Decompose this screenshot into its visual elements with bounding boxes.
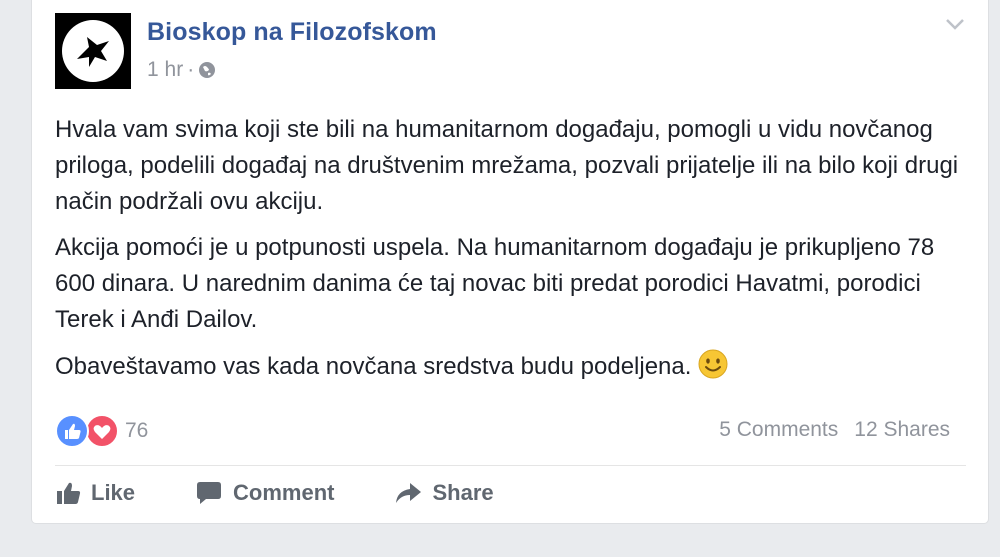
- comment-button[interactable]: Comment: [195, 480, 334, 506]
- chevron-down-icon[interactable]: [944, 16, 966, 32]
- post-body: Hvala vam svima koji ste bili na humanit…: [55, 112, 975, 395]
- like-reaction-icon: [55, 414, 89, 448]
- post-paragraph: Obaveštavamo vas kada novčana sredstva b…: [55, 348, 975, 385]
- engagement-counts: 5 Comments 12 Shares: [719, 418, 950, 442]
- share-button[interactable]: Share: [394, 480, 494, 506]
- thumbs-up-icon: [57, 482, 81, 504]
- action-bar: Like Comment Share: [55, 480, 554, 506]
- actions-divider: [55, 465, 966, 466]
- globe-icon: [199, 62, 216, 78]
- avatar-logo-icon: [62, 20, 124, 82]
- post-paragraph: Akcija pomoći je u potpunosti uspela. Na…: [55, 234, 935, 333]
- comments-count-link[interactable]: 5 Comments: [719, 418, 838, 442]
- like-button[interactable]: Like: [55, 480, 135, 506]
- reactions-summary[interactable]: 76: [55, 414, 148, 448]
- love-reaction-icon: [85, 414, 119, 448]
- post-paragraph-text: Obaveštavamo vas kada novčana sredstva b…: [55, 353, 692, 380]
- post-meta: 1 hr ·: [147, 58, 216, 82]
- share-label: Share: [432, 480, 494, 505]
- like-label: Like: [91, 480, 136, 505]
- post-timestamp[interactable]: 1 hr: [147, 58, 183, 82]
- comment-bubble-icon: [197, 482, 222, 504]
- shares-count-link[interactable]: 12 Shares: [854, 418, 950, 442]
- page-avatar[interactable]: [55, 13, 131, 89]
- reaction-count: 76: [125, 419, 149, 442]
- comment-label: Comment: [233, 480, 335, 505]
- page-name-link[interactable]: Bioskop na Filozofskom: [147, 18, 437, 47]
- smiley-emoji-icon: [698, 349, 728, 379]
- share-arrow-icon: [396, 483, 422, 503]
- meta-separator: ·: [187, 58, 195, 81]
- post-card: Bioskop na Filozofskom 1 hr · Hvala vam …: [31, 0, 989, 524]
- post-paragraph: Hvala vam svima koji ste bili na humanit…: [55, 116, 959, 215]
